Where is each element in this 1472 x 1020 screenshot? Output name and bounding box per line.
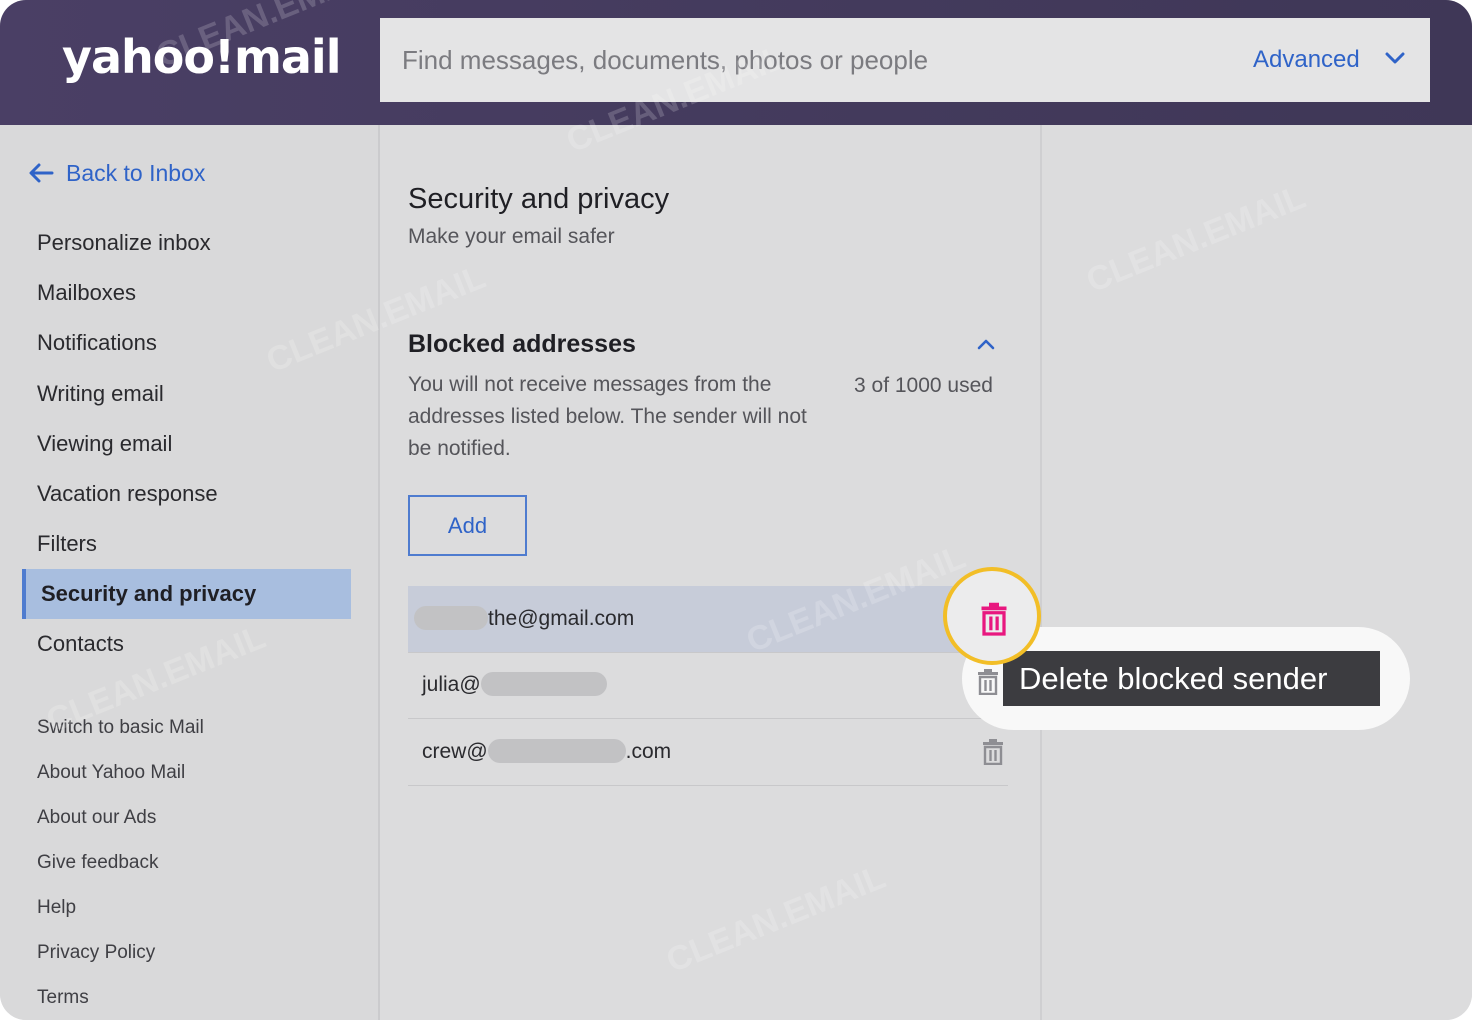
sidebar-item-label: Security and privacy	[41, 581, 257, 606]
privacy-policy-link[interactable]: Privacy Policy	[37, 942, 155, 964]
arrow-left-icon	[29, 163, 54, 183]
chevron-down-icon[interactable]	[1383, 46, 1407, 70]
back-to-inbox-link[interactable]: Back to Inbox	[28, 158, 205, 188]
search-bar[interactable]: Find messages, documents, photos or peop…	[380, 18, 1430, 102]
back-to-inbox-label: Back to Inbox	[66, 159, 206, 186]
blocked-email: julia@	[422, 671, 607, 697]
give-feedback-link[interactable]: Give feedback	[37, 852, 158, 874]
app-window: yahoo!mail Find messages, documents, pho…	[0, 0, 1472, 1020]
about-our-ads-link[interactable]: About our Ads	[37, 807, 156, 829]
advanced-search-button[interactable]: Advanced	[1253, 46, 1360, 74]
trash-icon[interactable]	[979, 602, 1009, 636]
sidebar-item-notifications[interactable]: Notifications	[37, 330, 157, 356]
chevron-up-icon[interactable]	[975, 336, 997, 352]
blocked-addresses-description: You will not receive messages from the a…	[408, 373, 807, 460]
settings-sidebar: Back to Inbox Personalize inbox Mailboxe…	[0, 125, 380, 1020]
sidebar-item-viewing-email[interactable]: Viewing email	[37, 431, 172, 457]
add-blocked-address-button[interactable]: Add	[408, 495, 527, 556]
help-link[interactable]: Help	[37, 897, 76, 919]
sidebar-item-vacation-response[interactable]: Vacation response	[37, 481, 218, 507]
redacted-text	[414, 605, 488, 630]
sidebar-item-writing-email[interactable]: Writing email	[37, 381, 164, 407]
highlight-ring	[943, 567, 1041, 665]
blocked-address-row[interactable]: julia@	[408, 652, 1008, 719]
sidebar-item-contacts[interactable]: Contacts	[37, 631, 124, 657]
sidebar-item-mailboxes[interactable]: Mailboxes	[37, 280, 136, 306]
sidebar-item-personalize-inbox[interactable]: Personalize inbox	[37, 230, 211, 256]
sidebar-item-security-and-privacy[interactable]: Security and privacy	[22, 569, 351, 619]
page-subtitle: Make your email safer	[408, 225, 615, 248]
trash-icon[interactable]	[981, 739, 1005, 765]
trash-icon[interactable]	[976, 669, 1000, 695]
blocked-address-row[interactable]: the@gmail.com	[408, 586, 1008, 653]
about-yahoo-mail-link[interactable]: About Yahoo Mail	[37, 762, 185, 784]
page-title: Security and privacy	[408, 183, 670, 215]
redacted-text	[487, 738, 626, 763]
terms-link[interactable]: Terms	[37, 987, 89, 1009]
blocked-addresses-heading: Blocked addresses	[408, 330, 636, 358]
sidebar-item-filters[interactable]: Filters	[37, 531, 97, 557]
blocked-usage-count: 3 of 1000 used	[854, 374, 993, 397]
blocked-email: the@gmail.com	[414, 605, 634, 631]
blocked-email: crew@ .com	[422, 738, 672, 763]
delete-blocked-sender-tooltip: Delete blocked sender	[1003, 651, 1380, 706]
blocked-address-row[interactable]: crew@ .com	[408, 719, 1008, 786]
redacted-text	[480, 671, 607, 696]
search-input[interactable]: Find messages, documents, photos or peop…	[402, 45, 928, 76]
